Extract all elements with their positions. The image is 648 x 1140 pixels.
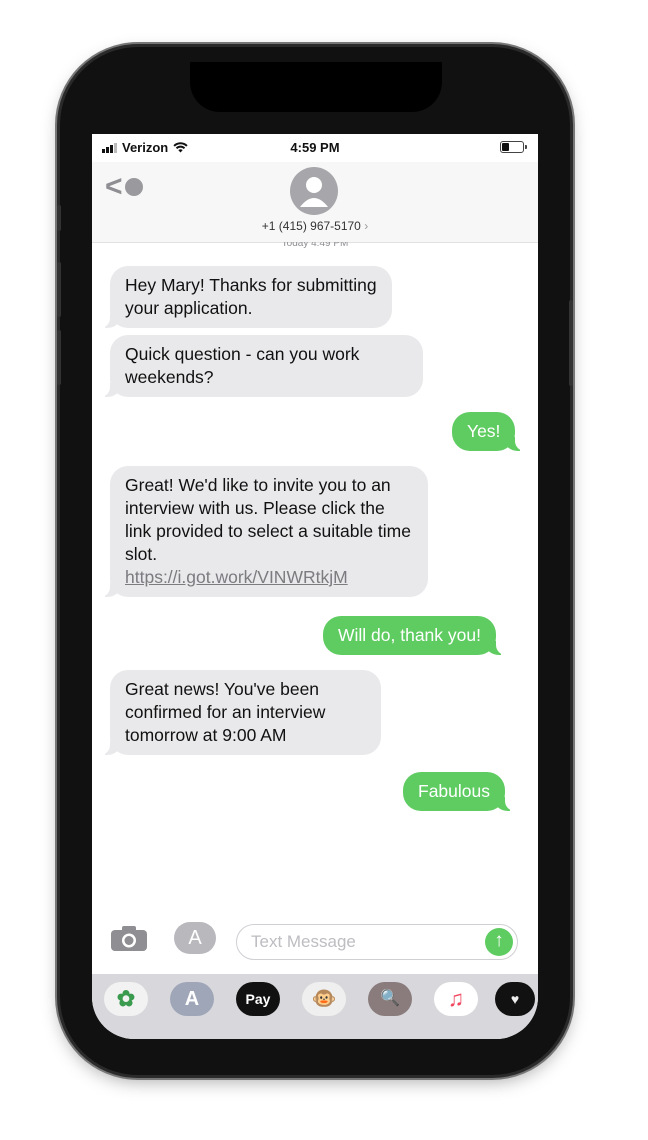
side-button-volume-up	[57, 262, 61, 317]
arrow-up-icon: ↑	[494, 930, 504, 951]
image-search-icon: 🔍	[380, 990, 400, 1007]
message-link[interactable]: https://i.got.work/VINWRtkjM	[125, 566, 413, 589]
side-button-volume-down	[57, 330, 61, 385]
app-store-app[interactable]: A	[170, 982, 214, 1016]
message-bubble-outgoing[interactable]: Fabulous	[403, 772, 515, 811]
message-bubble-outgoing[interactable]: Will do, thank you!	[323, 616, 506, 655]
status-bar: Verizon 4:59 PM	[92, 134, 538, 162]
screen: Verizon 4:59 PM < +1 (415) 967-5170 › To…	[92, 134, 538, 1039]
avatar[interactable]	[290, 167, 338, 215]
app-drawer: ✿ A Pay 🐵 🔍 ♫ ♥	[92, 974, 538, 1039]
back-button[interactable]: <	[105, 172, 143, 202]
conversation-header: < +1 (415) 967-5170 ›	[92, 162, 538, 243]
message-bubble-incoming[interactable]: Great! We'd like to invite you to an int…	[100, 466, 428, 597]
apple-pay-app[interactable]: Pay	[236, 982, 280, 1016]
composer-bar: A ↑	[92, 914, 538, 964]
send-button[interactable]: ↑	[485, 928, 513, 956]
side-button-silent	[57, 205, 61, 231]
chevron-right-icon: ›	[364, 219, 369, 233]
photos-icon: ✿	[116, 986, 136, 1011]
animoji-icon: 🐵	[311, 988, 337, 1010]
apple-pay-icon: Pay	[245, 991, 271, 1007]
digital-touch-app[interactable]: ♥	[495, 982, 535, 1016]
unread-badge	[124, 178, 143, 196]
camera-icon[interactable]	[110, 926, 148, 952]
image-search-app[interactable]: 🔍	[368, 982, 412, 1016]
message-bubble-incoming[interactable]: Quick question - can you work weekends?	[100, 335, 423, 397]
battery-icon	[500, 141, 527, 153]
music-icon: ♫	[447, 986, 465, 1011]
contact-number: +1 (415) 967-5170	[261, 219, 361, 233]
app-store-icon: A	[184, 988, 200, 1010]
digital-touch-icon: ♥	[510, 991, 520, 1007]
notch	[190, 62, 442, 112]
app-store-icon: A	[188, 927, 202, 949]
music-app[interactable]: ♫	[434, 982, 478, 1016]
message-field[interactable]: ↑	[236, 924, 518, 960]
animoji-app[interactable]: 🐵	[302, 982, 346, 1016]
message-bubble-outgoing[interactable]: Yes!	[452, 412, 526, 451]
contact-name[interactable]: +1 (415) 967-5170 ›	[92, 219, 538, 233]
message-input[interactable]	[251, 925, 471, 959]
app-store-button[interactable]: A	[174, 922, 216, 954]
message-bubble-incoming[interactable]: Hey Mary! Thanks for submitting your app…	[100, 266, 392, 328]
photos-app[interactable]: ✿	[104, 982, 148, 1016]
status-time: 4:59 PM	[290, 140, 340, 155]
message-bubble-incoming[interactable]: Great news! You've been confirmed for an…	[100, 670, 381, 755]
person-icon	[300, 177, 328, 207]
chevron-left-icon: <	[105, 170, 123, 203]
message-timestamp: Today 4:49 PM	[281, 242, 349, 249]
side-button-power	[569, 300, 573, 386]
